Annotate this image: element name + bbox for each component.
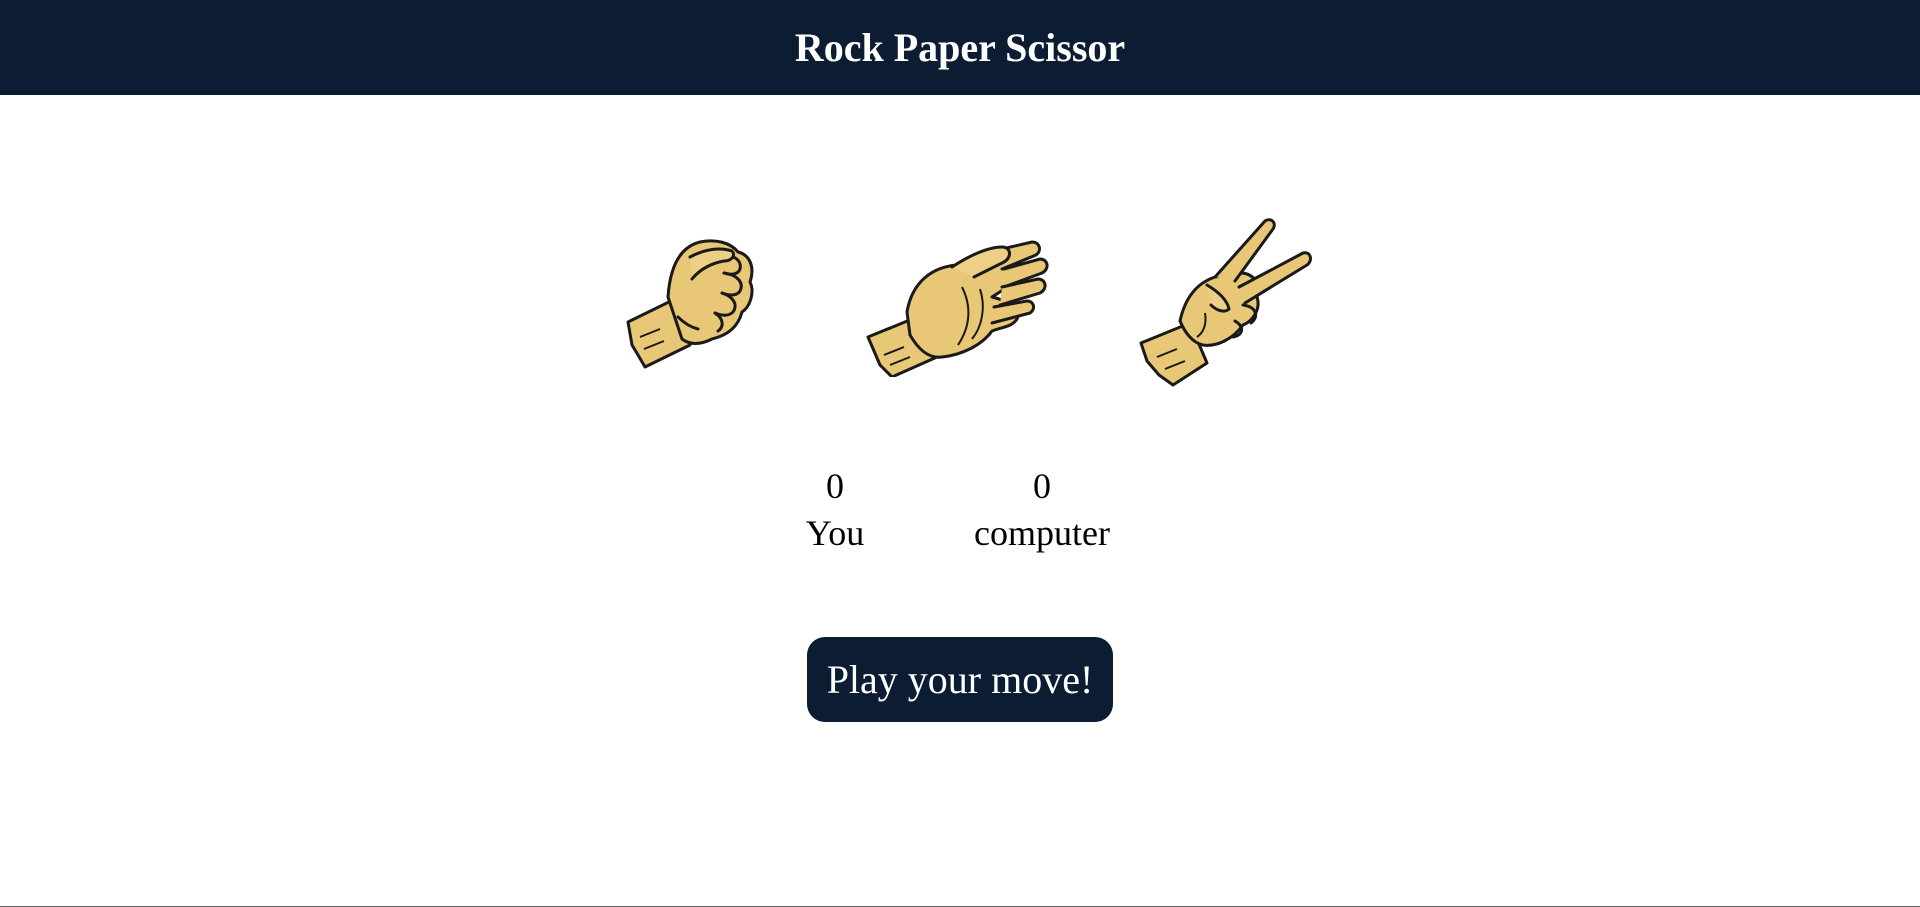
game-page: Rock Paper Scissor 0 You 0 computer Play… [0,0,1920,907]
user-score-label: You [805,513,865,553]
computer-score-label: computer [974,513,1110,553]
rock-choice[interactable] [620,227,770,377]
page-title: Rock Paper Scissor [794,25,1126,70]
computer-score: 0 computer [950,463,1134,557]
play-move-button[interactable]: Play your move! [807,637,1113,722]
choices-row [0,205,1920,395]
scissor-hand-icon [1139,218,1312,387]
user-score-value: 0 [826,466,844,506]
scissor-choice[interactable] [1135,213,1315,393]
computer-score-value: 0 [1033,466,1051,506]
paper-hand-icon [866,240,1049,377]
app-header: Rock Paper Scissor [0,0,1920,95]
user-score: 0 You [770,463,900,557]
paper-choice[interactable] [862,227,1052,377]
rock-fist-icon [626,239,754,369]
